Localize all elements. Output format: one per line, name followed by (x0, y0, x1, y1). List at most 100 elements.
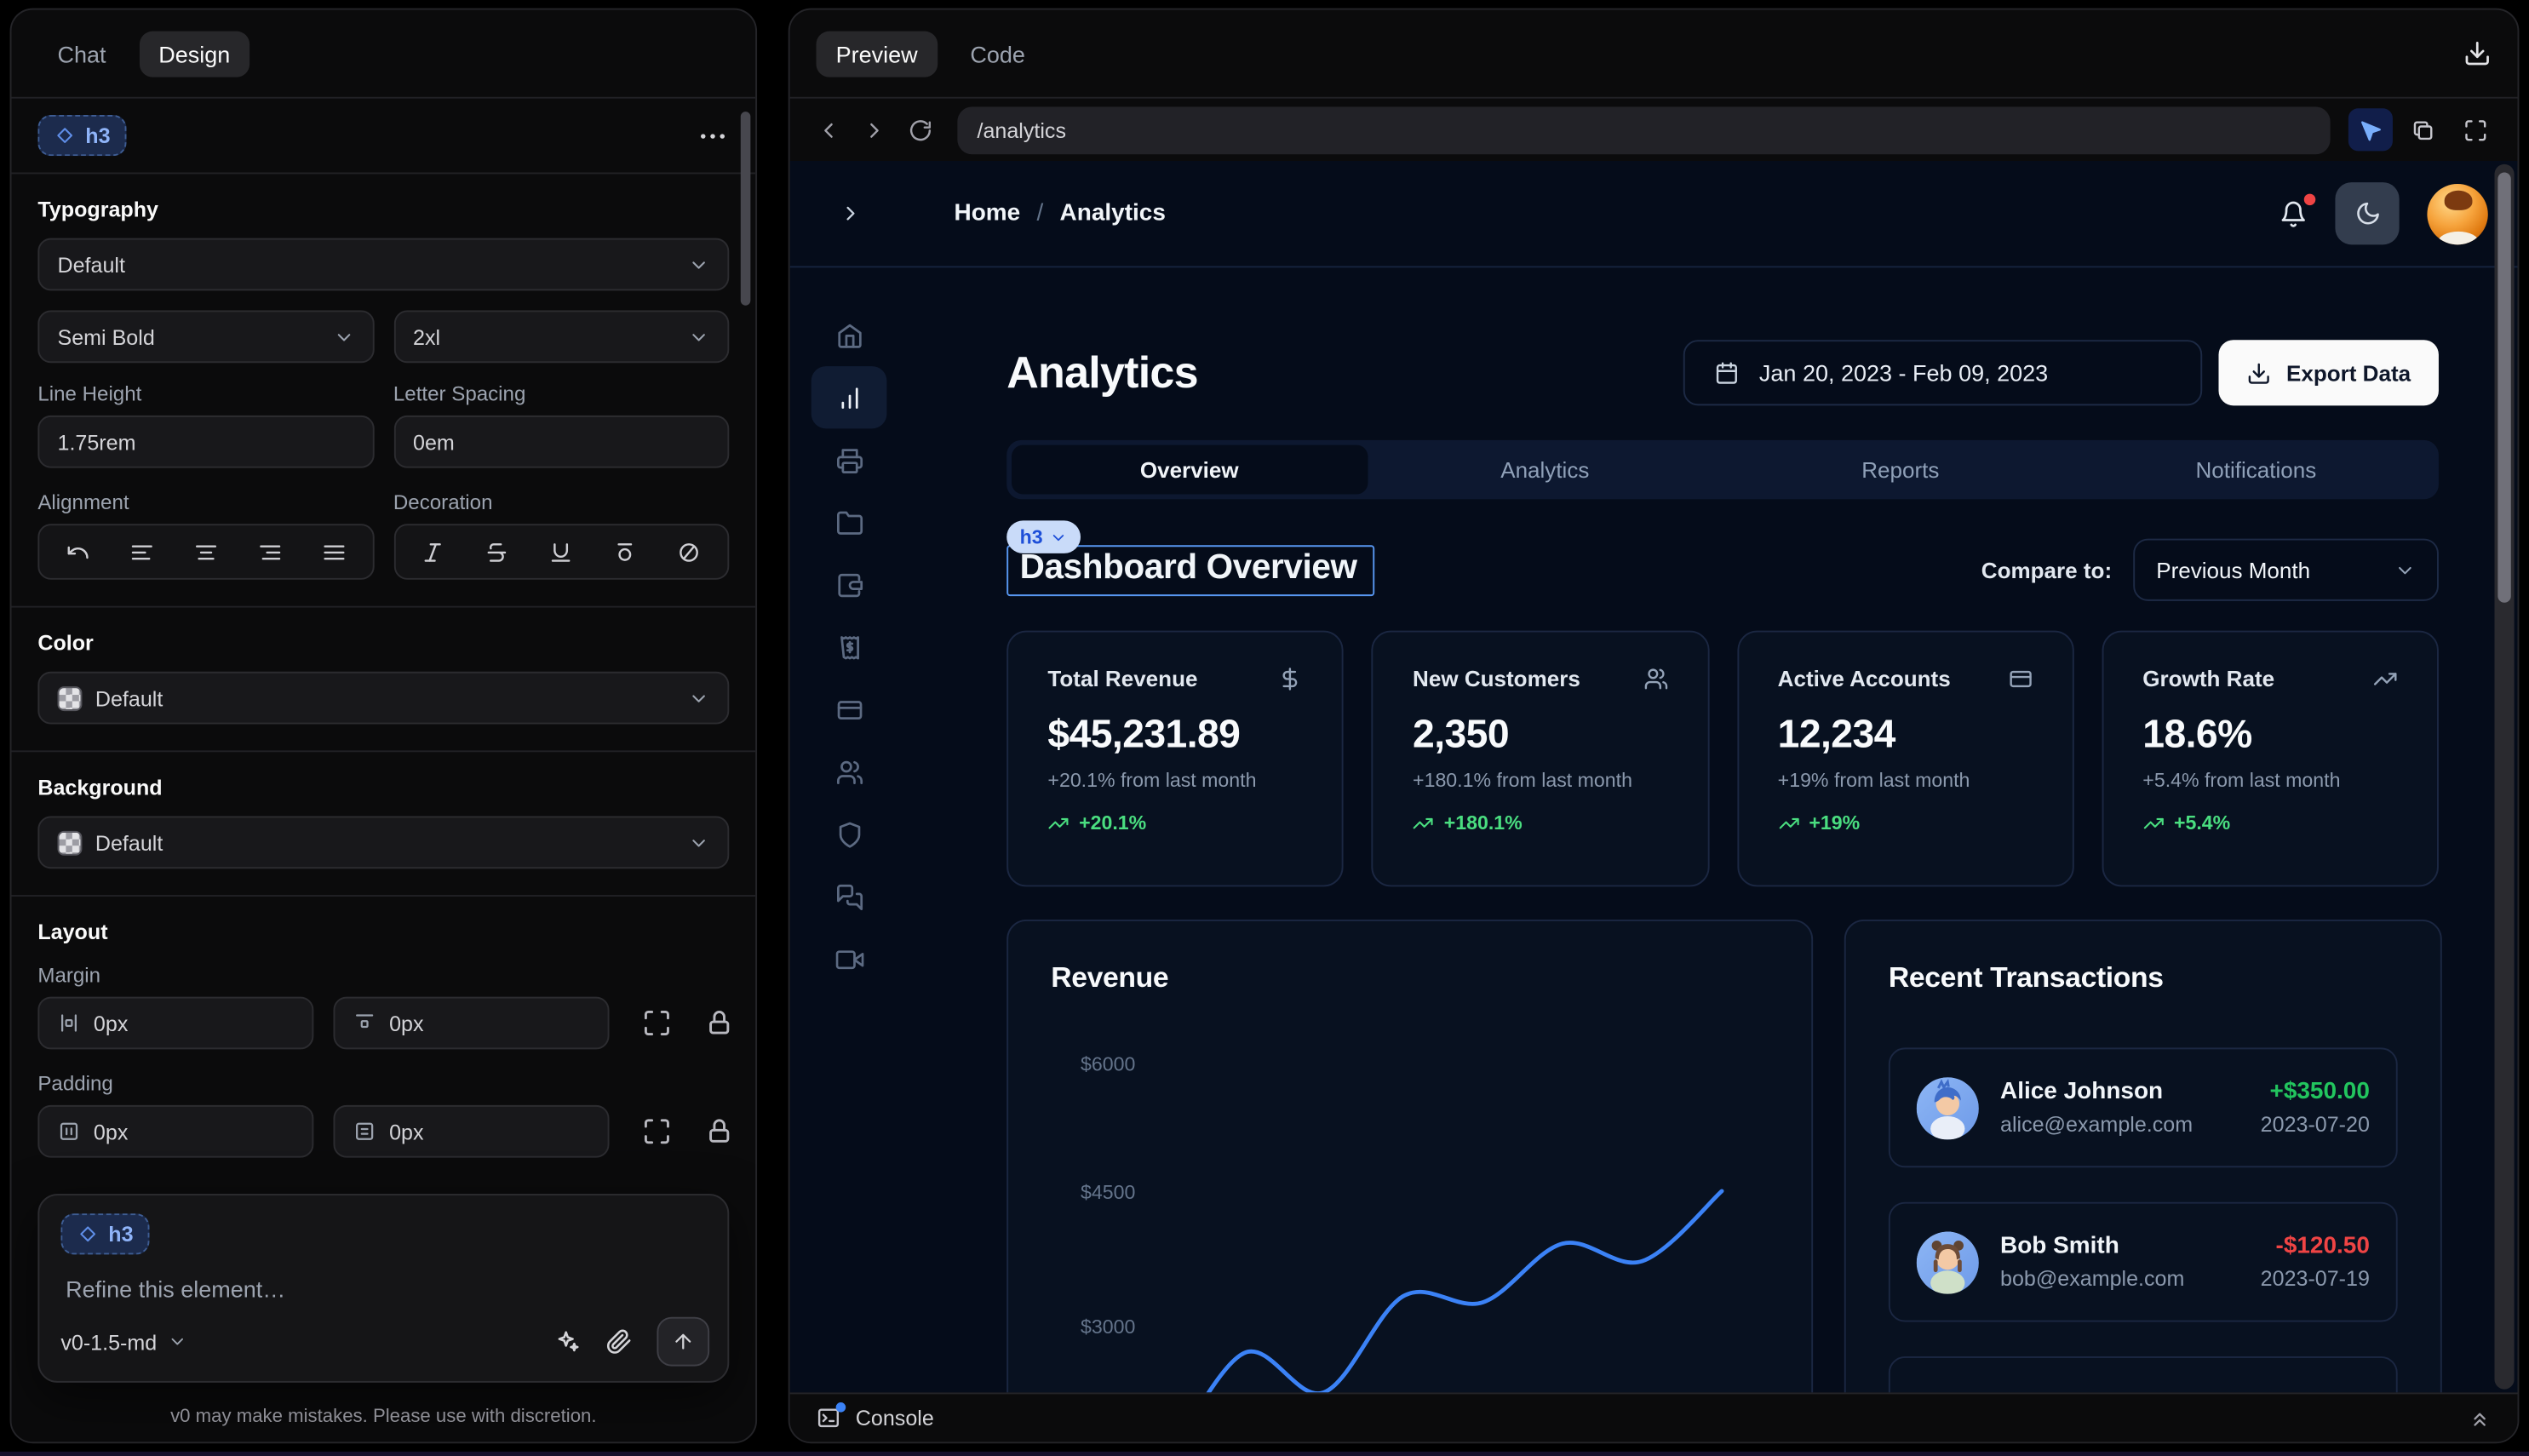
stat-value: 18.6% (2142, 713, 2397, 759)
margin-y-value: 0px (389, 1011, 423, 1035)
transaction-date: 2023-07-19 (2261, 1266, 2370, 1291)
selected-element-chip[interactable]: h3 (37, 115, 126, 156)
none-icon[interactable] (677, 540, 702, 565)
letter-spacing-input[interactable]: 0em (393, 416, 729, 468)
preview-scrollbar[interactable] (2494, 164, 2514, 1390)
date-range-button[interactable]: Jan 20, 2023 - Feb 09, 2023 (1683, 340, 2202, 405)
attach-icon[interactable] (606, 1328, 633, 1355)
dashboard-overview-heading[interactable]: Dashboard Overview (1020, 547, 1357, 585)
font-family-select[interactable]: Default (37, 238, 729, 291)
sidebar-item-wallet[interactable] (811, 553, 887, 616)
sidebar-item-bar-chart[interactable] (811, 366, 887, 428)
font-size-value: 2xl (413, 324, 440, 349)
sidebar-item-messages[interactable] (811, 865, 887, 927)
notifications-button[interactable] (2280, 199, 2308, 227)
tab-notifications[interactable]: Notifications (2079, 445, 2434, 495)
sidebar-item-video[interactable] (811, 928, 887, 990)
undo-icon[interactable] (66, 540, 90, 565)
layout-section: Layout Margin 0px 0px Padding 0px (11, 897, 755, 1184)
align-center-icon[interactable] (193, 540, 218, 565)
trend-up-icon (1047, 812, 1069, 834)
refine-element-chip[interactable]: h3 (60, 1213, 149, 1254)
theme-toggle-button[interactable] (2335, 182, 2399, 244)
sidebar-item-printer[interactable] (811, 428, 887, 490)
selected-element-label: h3 (85, 123, 110, 148)
sidebar-item-shield[interactable] (811, 803, 887, 865)
refresh-icon[interactable] (908, 118, 932, 142)
padding-x-input[interactable]: 0px (37, 1105, 313, 1158)
console-bar[interactable]: Console (790, 1392, 2518, 1442)
margin-x-input[interactable]: 0px (37, 997, 313, 1050)
padding-y-input[interactable]: 0px (333, 1105, 609, 1158)
margin-y-input[interactable]: 0px (333, 997, 609, 1050)
tab-design[interactable]: Design (139, 31, 249, 77)
download-icon[interactable] (2463, 39, 2492, 67)
back-icon[interactable] (816, 118, 840, 142)
tab-reports[interactable]: Reports (1723, 445, 2079, 495)
alignment-label: Alignment (37, 491, 373, 514)
selected-h3-badge[interactable]: h3 (1006, 520, 1081, 553)
stat-card-total-revenue: Total Revenue $45,231.89 +20.1% from las… (1006, 631, 1344, 887)
align-left-icon[interactable] (129, 540, 154, 565)
line-height-input[interactable]: 1.75rem (37, 416, 373, 468)
tab-code[interactable]: Code (950, 31, 1045, 77)
fullscreen-button[interactable] (2453, 108, 2497, 151)
user-avatar[interactable] (2427, 183, 2487, 244)
date-range-value: Jan 20, 2023 - Feb 09, 2023 (1759, 359, 2048, 386)
sidebar-item-users[interactable] (811, 741, 887, 803)
sidebar-item-receipt[interactable] (811, 616, 887, 678)
preview-panel: Preview Code /analytics Home / Analytics (789, 9, 2520, 1444)
tab-chat[interactable]: Chat (37, 31, 125, 77)
chevron-down-icon (2394, 559, 2416, 581)
design-panel-scrollbar[interactable] (741, 112, 751, 306)
copy-button[interactable] (2401, 108, 2446, 151)
lock-icon[interactable] (704, 1008, 734, 1038)
dollar-sign-icon (1278, 667, 1303, 691)
lock-icon[interactable] (704, 1116, 734, 1146)
background-select[interactable]: Default (37, 816, 729, 868)
expand-sides-icon[interactable] (642, 1116, 672, 1146)
align-right-icon[interactable] (257, 540, 282, 565)
scrollbar-thumb[interactable] (2497, 172, 2510, 602)
breadcrumb: Home / Analytics (954, 200, 1165, 226)
tab-analytics[interactable]: Analytics (1368, 445, 1723, 495)
arrow-up-icon (672, 1330, 695, 1353)
url-input[interactable]: /analytics (957, 106, 2330, 153)
send-button[interactable] (657, 1317, 709, 1367)
sidebar-item-credit-card[interactable] (811, 678, 887, 740)
align-justify-icon[interactable] (321, 540, 346, 565)
forward-icon[interactable] (862, 118, 886, 142)
sidebar-toggle-icon[interactable] (839, 202, 862, 225)
bar-chart-icon (835, 383, 863, 411)
design-panel: Chat Design h3 Typography Default Semi B… (10, 9, 757, 1444)
italic-icon[interactable] (422, 540, 446, 565)
expand-sides-icon[interactable] (642, 1008, 672, 1038)
underline-icon[interactable] (549, 540, 574, 565)
breadcrumb-home[interactable]: Home (954, 200, 1020, 226)
layout-heading: Layout (37, 920, 729, 944)
export-data-button[interactable]: Export Data (2219, 340, 2439, 405)
more-options-icon[interactable] (697, 119, 730, 152)
font-size-select[interactable]: 2xl (393, 310, 729, 363)
cursor-button[interactable] (2348, 108, 2393, 151)
sparkles-icon[interactable] (555, 1328, 582, 1355)
chevrons-up-icon[interactable] (2469, 1407, 2492, 1430)
tab-preview[interactable]: Preview (816, 31, 937, 77)
margin-vertical-icon (353, 1012, 376, 1035)
sidebar-item-folder[interactable] (811, 491, 887, 553)
decoration-toolbar (393, 524, 729, 580)
model-select[interactable]: v0-1.5-md (60, 1329, 186, 1354)
background-section: Background Default (11, 752, 755, 895)
transaction-amount: +$350.00 (2261, 1079, 2370, 1105)
refine-chip-label: h3 (108, 1222, 133, 1247)
stat-change: +19% from last month (1778, 769, 2033, 792)
compare-select[interactable]: Previous Month (2133, 539, 2439, 601)
h3-badge-label: h3 (1020, 525, 1043, 548)
tab-overview[interactable]: Overview (1012, 445, 1368, 495)
color-select[interactable]: Default (37, 672, 729, 725)
sidebar-item-home[interactable] (811, 304, 887, 366)
overline-icon[interactable] (613, 540, 638, 565)
refine-input[interactable]: Refine this element… (66, 1275, 701, 1302)
strikethrough-icon[interactable] (485, 540, 510, 565)
font-weight-select[interactable]: Semi Bold (37, 310, 373, 363)
